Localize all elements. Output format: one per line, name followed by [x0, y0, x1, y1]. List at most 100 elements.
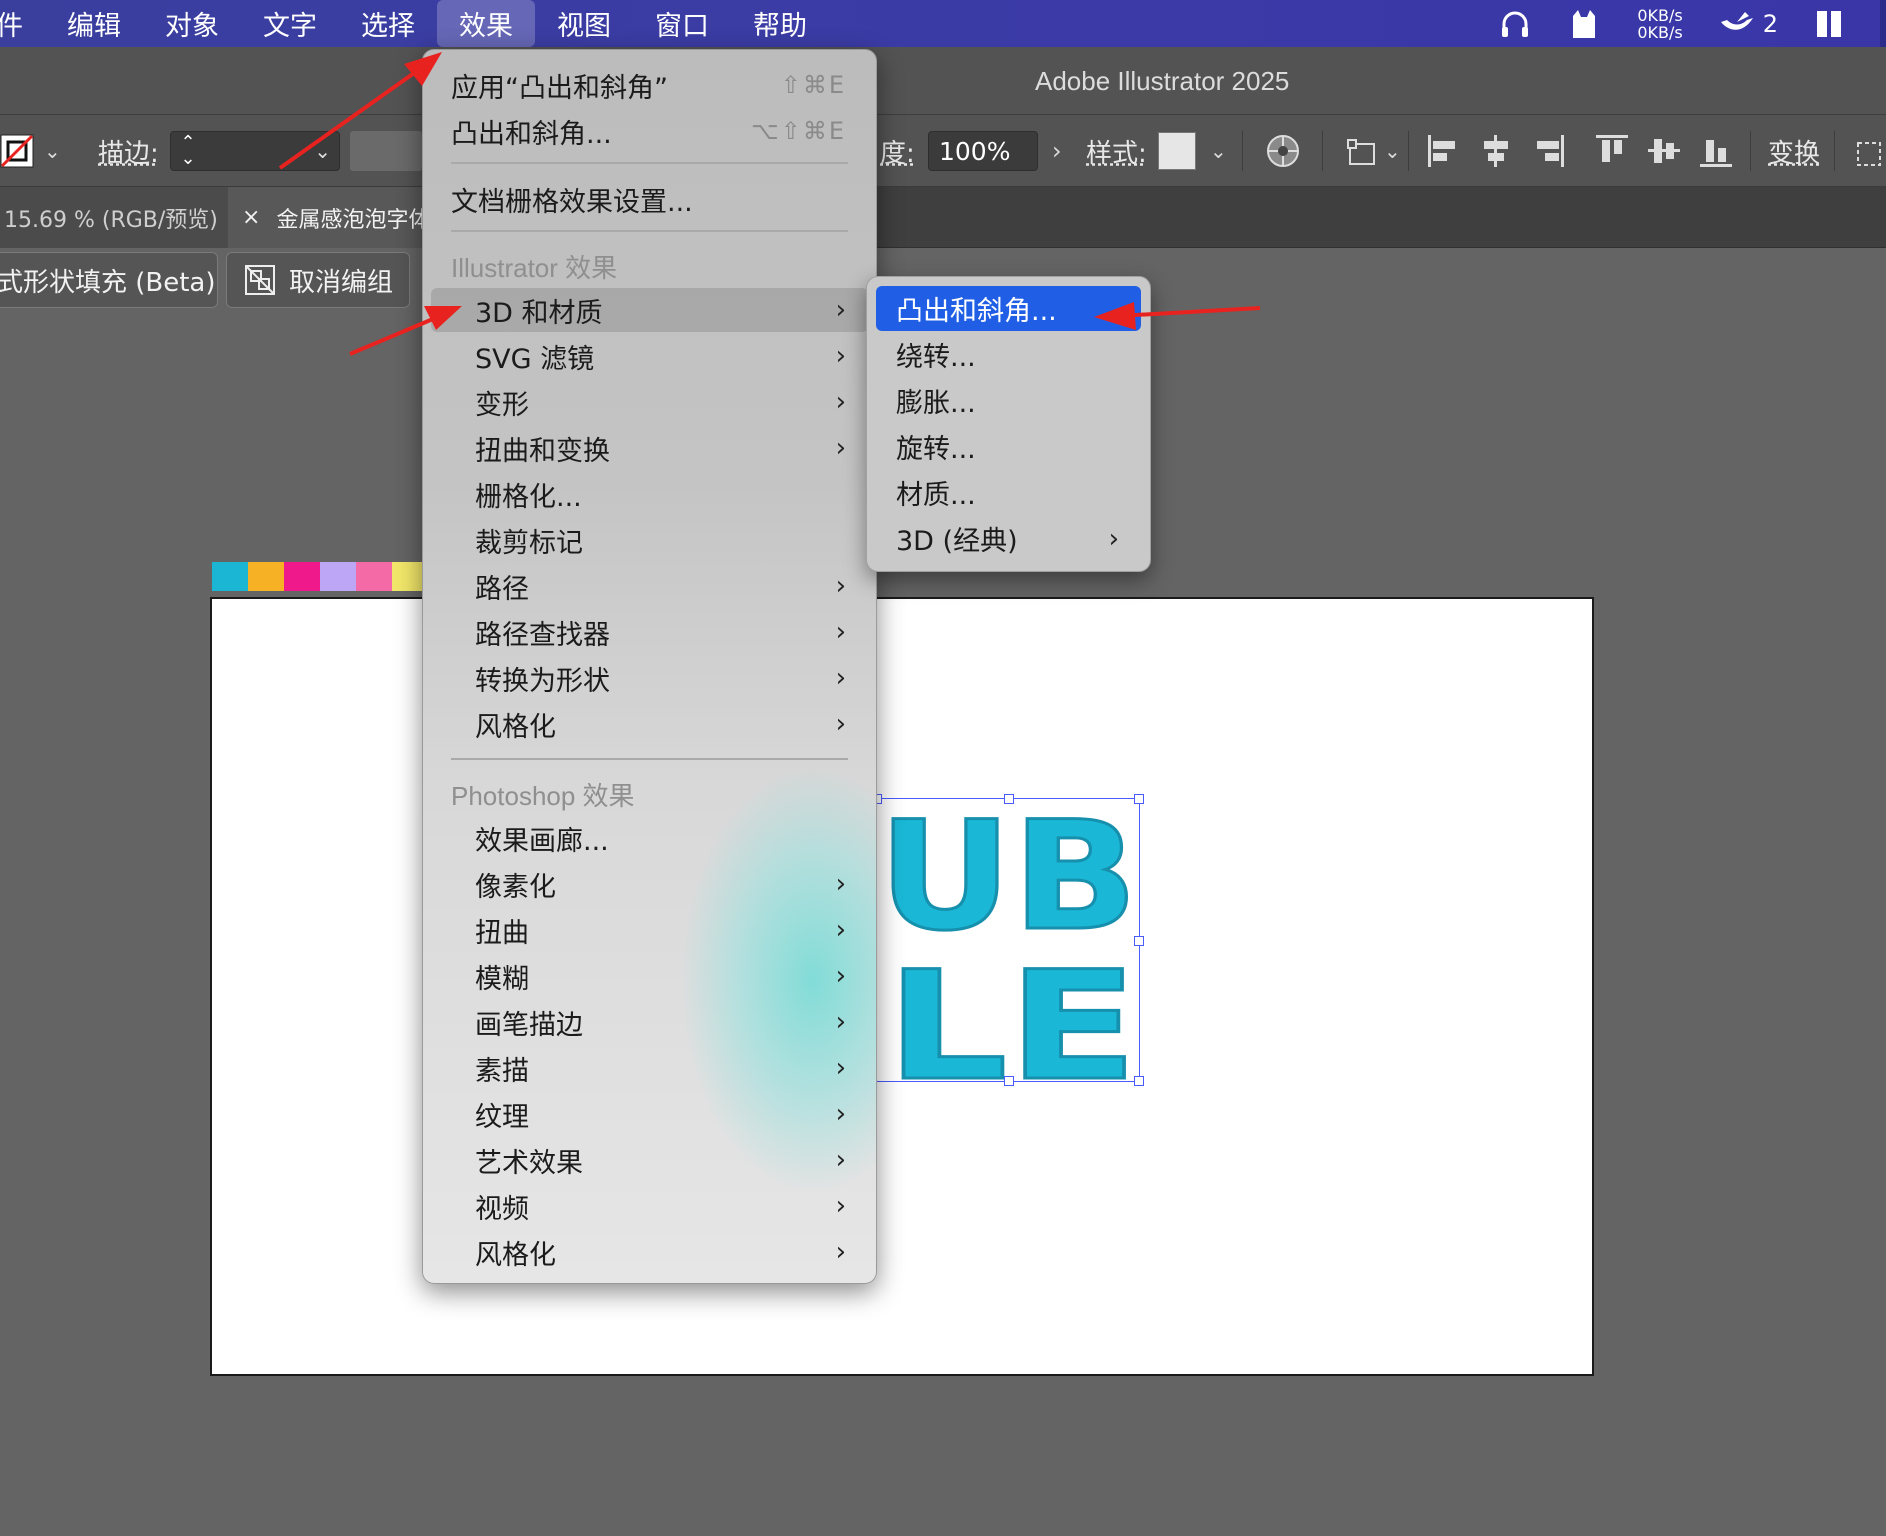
transform-label[interactable]: 变换	[1768, 133, 1820, 170]
stepper-icon[interactable]: ⌃ ⌄	[171, 134, 205, 168]
stroke-profile-preview[interactable]	[350, 131, 422, 171]
color-swatch-strip	[212, 562, 428, 591]
effect-brush-strokes-item[interactable]: 画笔描边 ›	[431, 1000, 868, 1044]
3d-classic-item[interactable]: 3D (经典) ›	[876, 516, 1141, 561]
align-right-icon[interactable]	[1530, 133, 1566, 169]
menu-file[interactable]: 件	[0, 0, 45, 47]
network-speed[interactable]: 0KB/s 0KB/s	[1637, 7, 1682, 41]
close-icon[interactable]: ×	[242, 205, 260, 230]
transform-control[interactable]: 变换	[1768, 129, 1820, 173]
effect-rasterize-item[interactable]: 栅格化...	[431, 472, 868, 516]
menu-item-label: 材质...	[896, 480, 976, 511]
rotate-item[interactable]: 旋转...	[876, 424, 1141, 469]
selection-bounding-box[interactable]	[872, 794, 1144, 1086]
chevron-right-icon: ›	[835, 617, 846, 647]
chevron-down-icon[interactable]: ⌄	[1384, 139, 1401, 163]
menu-edit[interactable]: 编辑	[45, 0, 143, 47]
apply-last-effect-item[interactable]: 应用“凸出和斜角” ⇧⌘E	[431, 63, 868, 107]
selection-handle[interactable]	[1004, 794, 1014, 804]
last-effect-label: 凸出和斜角...	[451, 118, 612, 150]
recolor-icon	[1267, 135, 1299, 167]
selection-handle[interactable]	[1134, 936, 1144, 946]
effect-artistic-item[interactable]: 艺术效果 ›	[431, 1138, 868, 1182]
menu-type[interactable]: 文字	[241, 0, 339, 47]
bird-icon	[1720, 11, 1753, 30]
effect-stylize-item[interactable]: 风格化 ›	[431, 702, 868, 746]
inflate-item[interactable]: 膨胀...	[876, 378, 1141, 423]
stroke-profile[interactable]	[350, 129, 422, 173]
effect-distort-item[interactable]: 扭曲 ›	[431, 908, 868, 952]
effect-3d-materials-item[interactable]: 3D 和材质 ›	[431, 288, 868, 332]
document-tab-1[interactable]: 15.69 % (RGB/预览)	[0, 187, 228, 248]
menu-help[interactable]: 帮助	[731, 0, 829, 47]
stroke-weight-field[interactable]: ⌃ ⌄ ⌄	[170, 129, 340, 173]
chevron-down-icon[interactable]: ⌄	[314, 139, 331, 163]
effect-pixelate-item[interactable]: 像素化 ›	[431, 862, 868, 906]
materials-item[interactable]: 材质...	[876, 470, 1141, 515]
menu-effect[interactable]: 效果	[437, 0, 535, 47]
style-picker[interactable]: ⌄	[1158, 129, 1227, 173]
chevron-right-icon[interactable]: ›	[1052, 137, 1062, 165]
headphones-icon[interactable]	[1499, 9, 1531, 39]
selection-handle[interactable]	[1134, 794, 1144, 804]
menu-view[interactable]: 视图	[535, 0, 633, 47]
style-swatch[interactable]	[1158, 132, 1196, 170]
opacity-field[interactable]: 100% ›	[928, 129, 1062, 173]
opacity-input[interactable]: 100%	[928, 131, 1038, 171]
recolor-button[interactable]	[1266, 129, 1300, 173]
effect-gallery-item[interactable]: 效果画廊...	[431, 816, 868, 860]
align-top-icon[interactable]	[1594, 133, 1630, 169]
menu-window[interactable]: 窗口	[633, 0, 731, 47]
effect-blur-item[interactable]: 模糊 ›	[431, 954, 868, 998]
menu-item-label: 风格化	[475, 1239, 556, 1271]
effect-warp-item[interactable]: 变形 ›	[431, 380, 868, 424]
chevron-right-icon: ›	[835, 1237, 846, 1267]
extrude-bevel-item[interactable]: 凸出和斜角...	[876, 286, 1141, 331]
effect-svg-filters-item[interactable]: SVG 滤镜 ›	[431, 334, 868, 378]
menu-item-label: 裁剪标记	[475, 527, 583, 559]
shape-fill-button[interactable]: 式形状填充 (Beta)	[0, 252, 218, 308]
grid-icon[interactable]	[1814, 9, 1844, 39]
transform-options-icon[interactable]	[1852, 137, 1886, 171]
effect-convert-to-shape-item[interactable]: 转换为形状 ›	[431, 656, 868, 700]
effect-video-item[interactable]: 视频 ›	[431, 1184, 868, 1228]
selection-handle[interactable]	[1134, 1076, 1144, 1086]
align-to-button[interactable]: ⌄	[1346, 129, 1401, 173]
effect-path-item[interactable]: 路径 ›	[431, 564, 868, 608]
effect-ps-stylize-item[interactable]: 风格化 ›	[431, 1230, 868, 1274]
menu-item-label: 旋转...	[896, 434, 976, 465]
last-effect-item[interactable]: 凸出和斜角... ⌥⇧⌘E	[431, 109, 868, 153]
swatch-orange[interactable]	[248, 562, 284, 591]
chevron-down-icon[interactable]: ⌄	[1210, 139, 1227, 163]
opacity-label: 度:	[880, 138, 915, 169]
align-bottom-icon[interactable]	[1698, 133, 1734, 169]
document-raster-settings-item[interactable]: 文档栅格效果设置...	[431, 177, 868, 221]
cat-icon[interactable]	[1567, 8, 1601, 40]
chevron-right-icon: ›	[835, 961, 846, 991]
stroke-weight-input[interactable]: ⌃ ⌄ ⌄	[170, 131, 340, 171]
swatch-lavender[interactable]	[320, 562, 356, 591]
swatch-cyan[interactable]	[212, 562, 248, 591]
align-center-icon[interactable]	[1478, 133, 1514, 169]
effect-texture-item[interactable]: 纹理 ›	[431, 1092, 868, 1136]
menu-object[interactable]: 对象	[143, 0, 241, 47]
align-middle-icon[interactable]	[1646, 133, 1682, 169]
menu-select[interactable]: 选择	[339, 0, 437, 47]
apply-last-shortcut: ⇧⌘E	[780, 71, 846, 99]
revolve-item[interactable]: 绕转...	[876, 332, 1141, 377]
effect-sketch-item[interactable]: 素描 ›	[431, 1046, 868, 1090]
chevron-right-icon: ›	[835, 1191, 846, 1221]
ungroup-button[interactable]: 取消编组	[226, 252, 410, 308]
effect-pathfinder-item[interactable]: 路径查找器 ›	[431, 610, 868, 654]
chevron-down-icon[interactable]: ⌄	[44, 139, 61, 163]
chevron-right-icon: ›	[835, 433, 846, 463]
swatch-magenta[interactable]	[284, 562, 320, 591]
document-tab-2[interactable]: × 金属感泡泡字体	[228, 187, 428, 248]
bird-status[interactable]: 2	[1719, 10, 1778, 38]
swatch-pink[interactable]	[356, 562, 392, 591]
align-left-icon[interactable]	[1426, 133, 1462, 169]
selection-handle[interactable]	[1004, 1076, 1014, 1086]
fill-swatch[interactable]: ⌄	[0, 129, 61, 173]
effect-distort-transform-item[interactable]: 扭曲和变换 ›	[431, 426, 868, 470]
effect-crop-marks-item[interactable]: 裁剪标记	[431, 518, 868, 562]
